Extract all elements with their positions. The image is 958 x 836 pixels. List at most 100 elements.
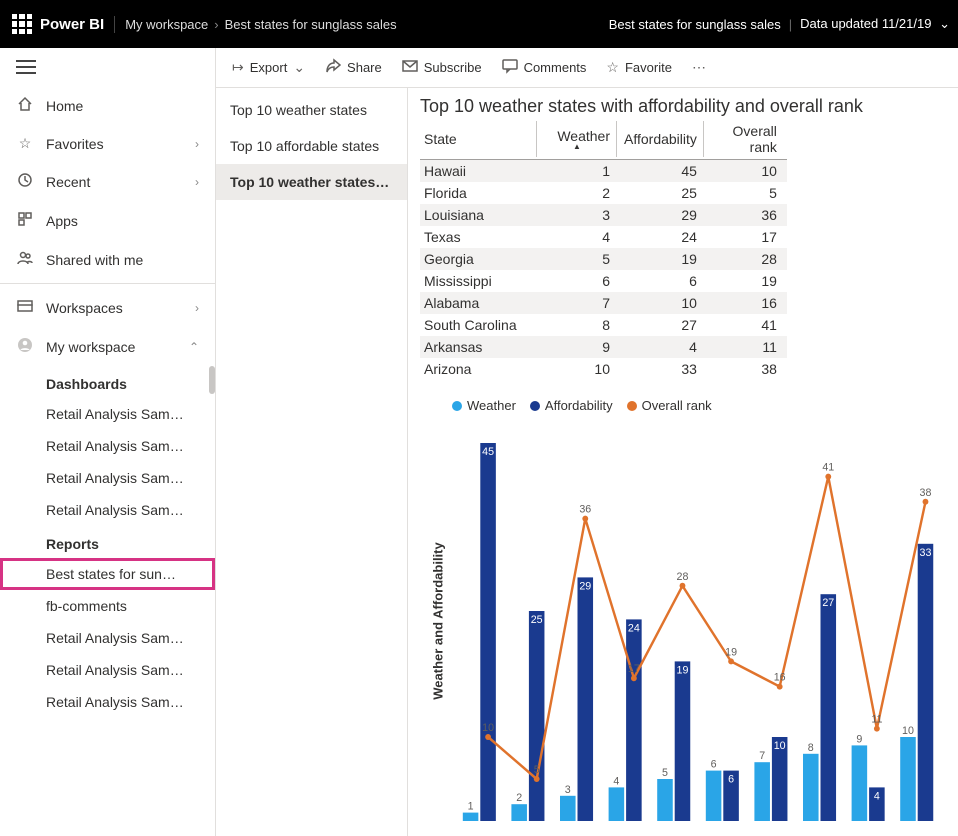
table-cell: 27 — [620, 314, 707, 336]
nav-subitem[interactable]: Retail Analysis Sam… — [0, 430, 215, 462]
legend-item[interactable]: Weather — [452, 398, 516, 413]
report-page-tab[interactable]: Top 10 weather states — [216, 92, 407, 128]
legend-label: Weather — [467, 398, 516, 413]
weather-table[interactable]: StateWeatherAffordabilityOverall rank Ha… — [420, 119, 787, 380]
svg-text:4: 4 — [874, 790, 880, 802]
nav-item-favorites[interactable]: ☆Favorites› — [0, 125, 215, 162]
data-updated-dropdown[interactable]: Data updated 11/21/19 ⌄ — [800, 16, 950, 32]
chart-legend[interactable]: Weather Affordability Overall rank — [420, 398, 946, 413]
table-cell: 5 — [707, 182, 787, 204]
nav-subitem[interactable]: Retail Analysis Sam… — [0, 622, 215, 654]
nav-item-apps[interactable]: Apps — [0, 201, 215, 240]
breadcrumb-item[interactable]: My workspace — [125, 17, 208, 32]
brand-label[interactable]: Power BI — [40, 16, 115, 33]
favorite-button[interactable]: ☆ Favorite — [598, 55, 680, 80]
nav-label: Shared with me — [46, 252, 143, 268]
table-cell: 6 — [620, 270, 707, 292]
table-cell: Texas — [420, 226, 540, 248]
table-row[interactable]: Arizona103338 — [420, 358, 787, 380]
table-cell: 19 — [620, 248, 707, 270]
more-button[interactable]: ⋯ — [684, 55, 714, 80]
table-row[interactable]: Mississippi6619 — [420, 270, 787, 292]
table-cell: 4 — [620, 336, 707, 358]
svg-text:41: 41 — [822, 461, 834, 473]
nav-collapse-button[interactable] — [16, 60, 36, 74]
workspaces-icon — [16, 298, 34, 317]
table-column-header[interactable]: State — [420, 119, 540, 160]
table-cell: Mississippi — [420, 270, 540, 292]
table-cell: Arizona — [420, 358, 540, 380]
svg-text:5: 5 — [662, 767, 668, 779]
svg-text:17: 17 — [628, 663, 640, 675]
table-cell: 10 — [540, 358, 620, 380]
comments-button[interactable]: Comments — [494, 54, 595, 81]
star-icon: ☆ — [606, 59, 619, 76]
legend-label: Affordability — [545, 398, 613, 413]
table-cell: 1 — [540, 160, 620, 183]
people-icon — [16, 250, 34, 269]
svg-text:45: 45 — [482, 446, 494, 458]
weather-chart[interactable]: Weather and Affordability 14522532942451… — [420, 421, 946, 821]
nav-subitem[interactable]: Retail Analysis Sam… — [0, 494, 215, 526]
export-button[interactable]: ↦ Export ⌄ — [224, 55, 313, 80]
nav-subitem[interactable]: fb-comments — [0, 590, 215, 622]
table-cell: 38 — [707, 358, 787, 380]
visual-title: Top 10 weather states with affordability… — [420, 96, 946, 117]
table-cell: Alabama — [420, 292, 540, 314]
table-cell: 41 — [707, 314, 787, 336]
nav-my-workspace[interactable]: My workspace ⌃ — [0, 327, 215, 366]
table-cell: 16 — [707, 292, 787, 314]
table-row[interactable]: Alabama71016 — [420, 292, 787, 314]
app-launcher-icon[interactable] — [12, 14, 32, 34]
table-row[interactable]: Texas42417 — [420, 226, 787, 248]
nav-subitem[interactable]: Retail Analysis Sam… — [0, 462, 215, 494]
svg-text:4: 4 — [613, 775, 619, 787]
nav-item-home[interactable]: Home — [0, 86, 215, 125]
table-cell: 5 — [540, 248, 620, 270]
table-row[interactable]: Hawaii14510 — [420, 160, 787, 183]
table-cell: 8 — [540, 314, 620, 336]
svg-text:1: 1 — [468, 800, 474, 812]
legend-item[interactable]: Overall rank — [627, 398, 712, 413]
svg-text:29: 29 — [579, 580, 591, 592]
chevron-right-icon: › — [195, 301, 199, 315]
table-row[interactable]: South Carolina82741 — [420, 314, 787, 336]
svg-text:5: 5 — [534, 764, 540, 776]
table-cell: 36 — [707, 204, 787, 226]
svg-text:10: 10 — [774, 740, 786, 752]
chevron-up-icon: ⌃ — [189, 340, 199, 354]
report-page-list: Top 10 weather statesTop 10 affordable s… — [216, 88, 408, 836]
nav-item-recent[interactable]: Recent› — [0, 162, 215, 201]
mail-icon — [402, 58, 418, 77]
svg-text:6: 6 — [728, 773, 734, 785]
table-row[interactable]: Georgia51928 — [420, 248, 787, 270]
table-column-header[interactable]: Weather — [540, 119, 620, 160]
legend-item[interactable]: Affordability — [530, 398, 613, 413]
nav-subitem[interactable]: Retail Analysis Sam… — [0, 654, 215, 686]
report-page-tab[interactable]: Top 10 affordable states — [216, 128, 407, 164]
share-button[interactable]: Share — [317, 54, 390, 81]
legend-swatch — [627, 401, 637, 411]
breadcrumb-item[interactable]: Best states for sunglass sales — [225, 17, 397, 32]
svg-text:11: 11 — [871, 713, 882, 725]
nav-subitem[interactable]: Best states for sun… — [0, 558, 215, 590]
table-cell: Florida — [420, 182, 540, 204]
svg-text:3: 3 — [565, 784, 571, 796]
nav-subitem[interactable]: Retail Analysis Sam… — [0, 686, 215, 718]
table-column-header[interactable]: Affordability — [620, 119, 707, 160]
svg-text:28: 28 — [677, 571, 689, 583]
global-header: Power BI My workspace › Best states for … — [0, 0, 958, 48]
nav-subitem[interactable]: Retail Analysis Sam… — [0, 398, 215, 430]
subscribe-button[interactable]: Subscribe — [394, 54, 490, 81]
table-column-header[interactable]: Overall rank — [707, 119, 787, 160]
table-row[interactable]: Louisiana32936 — [420, 204, 787, 226]
nav-section-header: Dashboards — [0, 366, 215, 398]
nav-workspaces[interactable]: Workspaces › — [0, 288, 215, 327]
nav-label: Favorites — [46, 136, 104, 152]
svg-text:6: 6 — [711, 758, 717, 770]
svg-text:33: 33 — [920, 547, 932, 559]
report-page-tab[interactable]: Top 10 weather states w… — [216, 164, 407, 200]
table-row[interactable]: Arkansas9411 — [420, 336, 787, 358]
table-row[interactable]: Florida2255 — [420, 182, 787, 204]
nav-item-shared-with-me[interactable]: Shared with me — [0, 240, 215, 279]
